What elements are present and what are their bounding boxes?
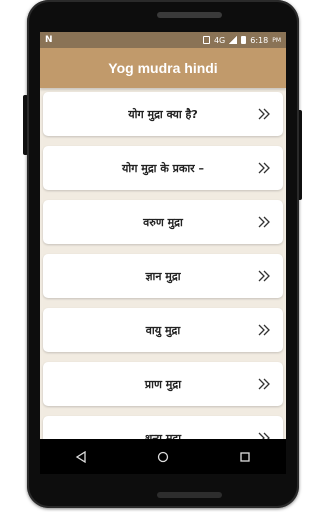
double-chevron-right-icon — [258, 270, 270, 282]
phone-speaker — [157, 12, 222, 18]
recents-button[interactable] — [238, 450, 252, 464]
list-item[interactable]: ज्ञान मुद्रा — [43, 254, 283, 298]
back-button[interactable] — [74, 450, 88, 464]
list-item[interactable]: शून्य मुद्रा — [43, 416, 283, 439]
back-icon — [75, 450, 86, 463]
list-item-label: प्राण मुद्रा — [144, 377, 182, 391]
app-screen: N 4G 6:18 PM Yog mudra hindi योग मुद्रा क… — [40, 32, 286, 439]
list-item-label: शून्य मुद्रा — [144, 431, 182, 440]
list-item-label: वायु मुद्रा — [145, 323, 181, 337]
double-chevron-right-icon — [258, 378, 270, 390]
clock-ampm: PM — [272, 36, 281, 44]
list-item-label: योग मुद्रा क्या है? — [128, 107, 198, 121]
double-chevron-right-icon — [258, 162, 270, 174]
network-type: 4G — [213, 35, 226, 45]
double-chevron-right-icon — [258, 216, 270, 228]
topic-list: योग मुद्रा क्या है? योग मुद्रा के प्रकार… — [40, 88, 286, 439]
vibrate-icon — [202, 36, 210, 44]
list-item[interactable]: प्राण मुद्रा — [43, 362, 283, 406]
recents-icon — [240, 451, 250, 462]
nav-bar — [40, 439, 286, 474]
home-icon — [157, 451, 169, 462]
double-chevron-right-icon — [258, 108, 270, 120]
app-title: Yog mudra hindi — [108, 60, 218, 76]
battery-icon — [241, 36, 247, 44]
list-item[interactable]: योग मुद्रा क्या है? — [43, 92, 283, 136]
notification-icon: N — [45, 35, 53, 45]
app-bar: Yog mudra hindi — [40, 48, 286, 88]
signal-icon — [229, 36, 238, 44]
list-item-label: ज्ञान मुद्रा — [145, 269, 181, 283]
list-item[interactable]: योग मुद्रा के प्रकार – — [43, 146, 283, 190]
status-bar: N 4G 6:18 PM — [40, 32, 286, 48]
phone-grill — [157, 492, 222, 498]
status-icons: 4G 6:18 PM — [202, 35, 281, 45]
double-chevron-right-icon — [258, 432, 270, 439]
list-item-label: योग मुद्रा के प्रकार – — [121, 161, 204, 175]
list-item-label: वरुण मुद्रा — [143, 215, 183, 229]
double-chevron-right-icon — [258, 324, 270, 336]
home-button[interactable] — [156, 450, 170, 464]
clock: 6:18 — [250, 35, 269, 45]
list-item[interactable]: वायु मुद्रा — [43, 308, 283, 352]
list-item[interactable]: वरुण मुद्रा — [43, 200, 283, 244]
